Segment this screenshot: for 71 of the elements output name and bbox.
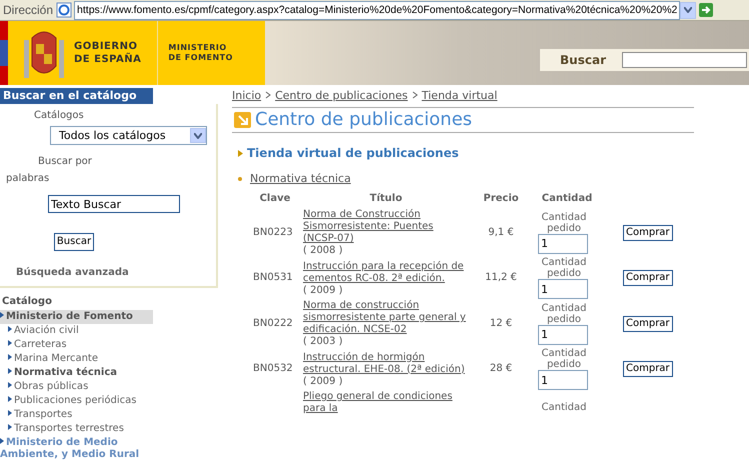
product-code: BN0223 [253, 226, 293, 238]
product-title-link[interactable]: Norma de construcción sismorresistente parte general y edificación. NCSE-02 [303, 300, 469, 336]
quantity-label: Cantidad pedido [540, 302, 588, 324]
quantity-field[interactable]: 1 [538, 279, 588, 299]
search-field[interactable] [622, 52, 747, 68]
flag-stripe [0, 21, 8, 85]
product-year: ( 2003 ) [303, 336, 343, 348]
search-text-field[interactable]: Texto Buscar [48, 195, 180, 213]
breadcrumb-link[interactable]: Centro de publicaciones [275, 89, 408, 102]
catalog-subitem[interactable]: Carreteras [8, 338, 67, 352]
catalog-subitem[interactable]: Transportes [8, 408, 72, 422]
catalog-subitem[interactable]: Aviación civil [8, 324, 79, 338]
search-words-label: Buscar por palabras [6, 155, 93, 186]
product-year: ( 2008 ) [303, 245, 343, 257]
product-code: BN0531 [253, 272, 293, 283]
buy-button[interactable]: Comprar [623, 361, 673, 377]
product-code: BN0222 [253, 318, 293, 328]
product-title-link[interactable]: Instrucción de hormigón estructural. EHE-08. (2ª edición) [303, 352, 469, 376]
chevron-icon [412, 91, 418, 99]
dropdown-button[interactable] [680, 2, 696, 18]
quantity-label: Cantidad pedido [540, 348, 588, 370]
buy-button[interactable]: Comprar [623, 270, 673, 286]
quantity-label: Cantidad [540, 402, 588, 413]
product-price: 11,2 € [485, 272, 517, 283]
quantity-field[interactable]: 1 [538, 324, 588, 344]
catalog-subitem[interactable]: Normativa técnica [8, 366, 118, 380]
catalog-subitem[interactable]: Publicaciones periódicas [8, 394, 136, 408]
buy-button[interactable]: Comprar [623, 316, 673, 332]
column-header: Precio [483, 193, 519, 204]
quantity-label: Cantidad pedido [540, 212, 588, 234]
quantity-field[interactable]: 1 [538, 234, 588, 254]
advanced-search-link[interactable]: Búsqueda avanzada [16, 267, 129, 279]
catalog-subitem[interactable]: Transportes terrestres [8, 422, 124, 436]
product-price: 12 € [490, 318, 512, 328]
page-title: Centro de publicaciones [255, 109, 472, 131]
product-title-link[interactable]: Pliego general de condiciones para la [303, 391, 469, 415]
product-title-link[interactable]: Instrucción para la recepción de cementos RC-08. 2ª edición. [303, 260, 469, 284]
catalog-subitem[interactable]: Marina Mercante [8, 352, 98, 366]
catalog-item[interactable]: Ministerio de Fomento [0, 310, 153, 324]
column-header: Título [370, 193, 402, 204]
address-label: Dirección [2, 4, 54, 16]
product-title-link[interactable]: Norma de Construcción Sismorresistente: Puentes (NCSP-07) [303, 209, 469, 245]
product-price: 9,1 € [488, 226, 514, 238]
product-code: BN0532 [253, 363, 293, 374]
catalog-subitem[interactable]: Obras públicas [8, 380, 88, 394]
catalog-title: Catálogo [2, 296, 53, 308]
breadcrumb-link[interactable]: Inicio [232, 89, 262, 102]
page-icon [56, 2, 72, 18]
address-field[interactable]: https://www.fomento.es/cpmf/category.aspx?catalog=Ministerio%20de%20Fomento&category=Normativa%20técnica%20%20%2 [74, 0, 680, 20]
panel-title: Buscar en el catálogo [0, 88, 153, 104]
category-link[interactable]: Normativa técnica [250, 173, 351, 185]
quantity-label: Cantidad pedido [540, 257, 588, 279]
product-price: 28 € [490, 363, 512, 374]
catalog-label: Catálogos [34, 110, 84, 122]
government-logo-text: GOBIERNO DE ESPAÑA [74, 40, 142, 66]
buy-button[interactable]: Comprar [623, 224, 673, 240]
section-title: Tienda virtual de publicaciones [247, 147, 459, 159]
bullet-icon [238, 150, 243, 156]
chevron-icon [265, 91, 272, 99]
search-label: Buscar [560, 54, 606, 66]
ministry-logo-text: MINISTERIO DE FOMENTO [157, 21, 233, 85]
chevron-icon [684, 7, 692, 13]
column-header: Cantidad [542, 193, 592, 204]
breadcrumb-link[interactable]: Tienda virtual [422, 89, 498, 102]
column-header: Clave [260, 193, 290, 204]
quantity-field[interactable]: 1 [538, 370, 588, 390]
search-button[interactable]: Buscar [54, 233, 94, 251]
product-year: ( 2009 ) [303, 284, 343, 296]
catalog-select[interactable]: Todos los catálogos [50, 126, 207, 145]
product-year: ( 2009 ) [303, 376, 343, 388]
bullet-icon [238, 177, 242, 181]
